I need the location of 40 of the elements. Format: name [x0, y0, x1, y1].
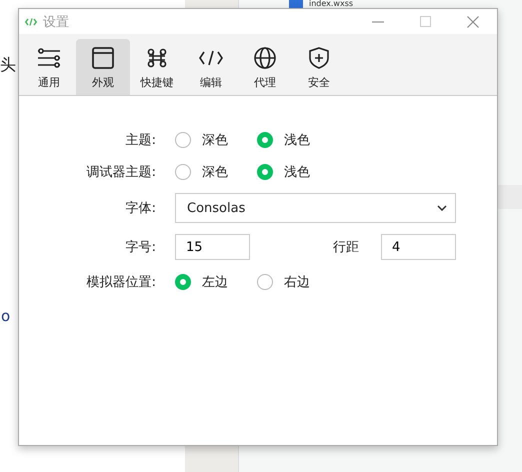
field-label: 字号:	[124, 239, 156, 256]
settings-tab[interactable]: 快捷键	[130, 39, 184, 95]
file-icon	[289, 0, 303, 8]
chevron-down-icon	[437, 205, 447, 211]
settings-tab[interactable]: 通用	[22, 39, 76, 95]
settings-tab[interactable]: 代理	[238, 39, 292, 95]
option-label[interactable]: 浅色	[284, 131, 310, 149]
minimize-icon[interactable]	[372, 20, 384, 22]
field-label: 行距	[333, 239, 360, 256]
window-title: 设置	[43, 14, 69, 30]
radio-button[interactable]	[257, 274, 273, 290]
font-dropdown[interactable]: Consolas	[175, 193, 456, 223]
radio-button[interactable]	[257, 164, 273, 180]
radio-button[interactable]	[175, 132, 191, 148]
background-text: o	[1, 307, 10, 325]
settings-tab[interactable]: 外观	[76, 39, 130, 95]
code-icon	[25, 16, 37, 26]
option-label[interactable]: 浅色	[284, 163, 310, 181]
number-field[interactable]: 15	[175, 234, 250, 260]
file-tab[interactable]: index.wxss	[309, 0, 354, 8]
window-icon	[89, 46, 117, 70]
radio-button[interactable]	[257, 132, 273, 148]
maximize-icon[interactable]	[420, 16, 431, 27]
field-label: 调试器主题:	[86, 164, 156, 181]
field-label: 字体:	[124, 200, 156, 217]
background-text: 头	[0, 55, 16, 75]
settings-tab[interactable]: 安全	[292, 39, 346, 95]
option-label[interactable]: 左边	[202, 273, 228, 291]
option-label[interactable]: 深色	[202, 131, 228, 149]
radio-button[interactable]	[175, 274, 191, 290]
field-label: 主题:	[124, 132, 156, 149]
number-field[interactable]: 4	[381, 234, 456, 260]
globe-icon	[251, 46, 279, 70]
settings-tab[interactable]: 编辑	[184, 39, 238, 95]
option-label[interactable]: 深色	[202, 163, 228, 181]
radio-button[interactable]	[175, 164, 191, 180]
sliders-icon	[35, 46, 63, 70]
option-label[interactable]: 右边	[284, 273, 310, 291]
close-icon[interactable]	[467, 16, 479, 28]
field-label: 模拟器位置:	[86, 274, 156, 291]
